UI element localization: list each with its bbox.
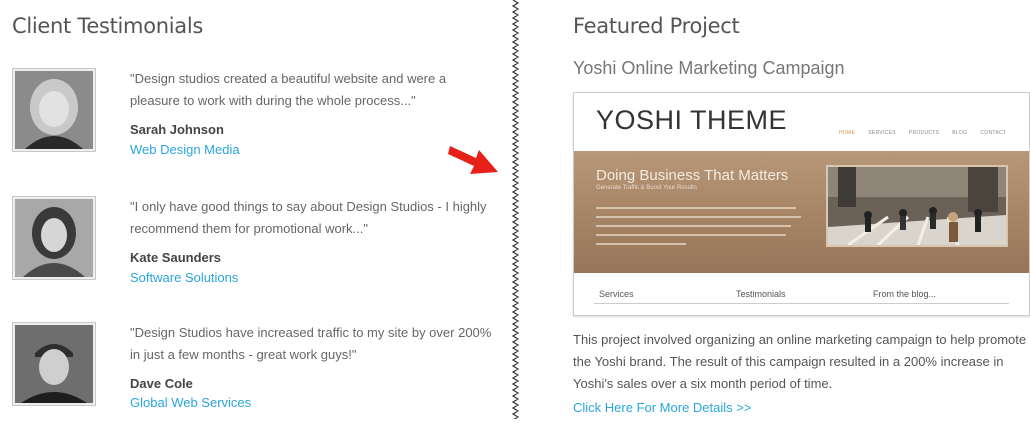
- screenshot-logo: YOSHI THEME: [596, 105, 788, 135]
- project-title: Yoshi Online Marketing Campaign: [573, 58, 845, 78]
- testimonial-author: Dave Cole: [130, 376, 193, 391]
- screenshot-nav-item: PRODUCTS: [908, 130, 940, 136]
- more-details-link[interactable]: Click Here For More Details >>: [573, 400, 751, 415]
- screenshot-nav-item: SERVICES: [868, 130, 896, 136]
- testimonial-item: "Design studios created a beautiful webs…: [12, 68, 502, 157]
- testimonial-quote: "Design Studios have increased traffic t…: [130, 325, 492, 362]
- screenshot-nav-item: BLOG: [952, 130, 968, 136]
- testimonial-company-link[interactable]: Software Solutions: [130, 270, 238, 285]
- screenshot-column-label: Testimonials: [736, 289, 786, 299]
- testimonial-quote: "I only have good things to say about De…: [130, 199, 487, 236]
- testimonial-quote: "Design studios created a beautiful webs…: [130, 71, 447, 108]
- avatar: [12, 196, 96, 280]
- testimonial-author: Sarah Johnson: [130, 122, 224, 137]
- testimonial-item: "I only have good things to say about De…: [12, 196, 502, 285]
- screenshot-nav-item: HOME: [839, 130, 856, 136]
- red-arrow-icon: [448, 138, 500, 178]
- screenshot-body-text: [596, 207, 801, 252]
- screenshot-columns: Services Testimonials From the blog...: [599, 289, 1010, 299]
- testimonial-company-link[interactable]: Global Web Services: [130, 395, 251, 410]
- screenshot-photo: [826, 165, 1008, 247]
- avatar: [12, 322, 96, 406]
- screenshot-nav-item: CONTACT: [980, 130, 1007, 136]
- testimonial-company-link[interactable]: Web Design Media: [130, 142, 240, 157]
- testimonial-author: Kate Saunders: [130, 250, 222, 265]
- screenshot-headline: Doing Business That Matters: [596, 167, 789, 184]
- screenshot-column-label: From the blog...: [873, 289, 937, 299]
- screenshot-tagline: Generate Traffic & Boost Your Results: [596, 185, 697, 191]
- avatar: [12, 68, 96, 152]
- screenshot-banner: Doing Business That Matters Generate Tra…: [574, 151, 1029, 273]
- section-divider: [510, 0, 522, 421]
- screenshot-column-label: Services: [599, 289, 634, 299]
- testimonials-title: Client Testimonials: [12, 14, 204, 38]
- featured-title: Featured Project: [573, 14, 740, 38]
- screenshot-rule: [594, 303, 1009, 304]
- project-description: This project involved organizing an onli…: [573, 332, 1027, 391]
- testimonial-item: "Design Studios have increased traffic t…: [12, 322, 502, 410]
- screenshot-nav: HOME SERVICES PRODUCTS BLOG CONTACT: [839, 130, 1006, 136]
- project-screenshot[interactable]: YOSHI THEME HOME SERVICES PRODUCTS BLOG …: [573, 92, 1030, 316]
